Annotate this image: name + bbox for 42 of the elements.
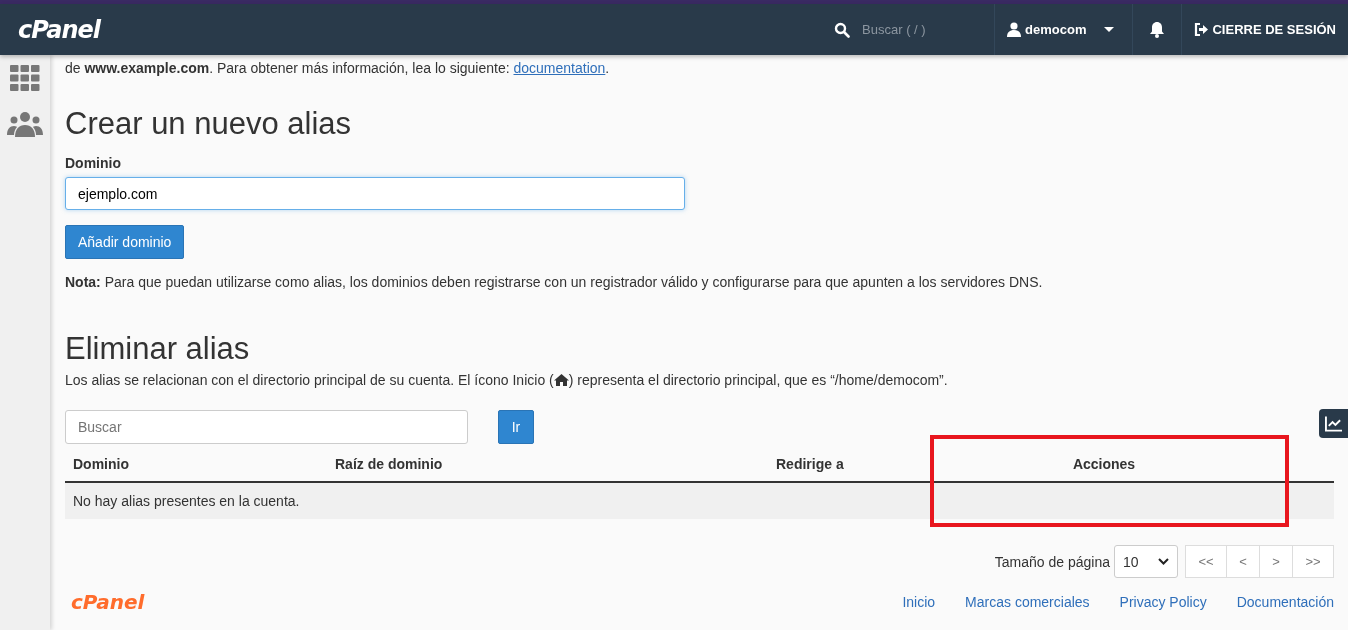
description-text: Los alias se relacionan con el directorio principal de su cuenta. El ícono Inicio (	[65, 372, 554, 388]
chevron-down-icon	[1158, 558, 1169, 565]
add-domain-button[interactable]: Añadir dominio	[65, 225, 185, 259]
section-title: Eliminar alias	[65, 330, 251, 368]
intro-text: de www.example.com. Para obtener más información, lea lo siguiente: documentation.	[65, 59, 611, 77]
search-field[interactable]: Buscar	[65, 410, 468, 444]
home-icon	[553, 374, 569, 386]
column-header: Redirige a	[775, 455, 845, 472]
page-button[interactable]: >>	[1292, 545, 1334, 578]
page-size-label: Tamaño de página	[994, 553, 1110, 570]
stats-button[interactable]	[1319, 409, 1348, 438]
user-icon	[1007, 22, 1022, 37]
footer-logo[interactable]: cPanel	[71, 590, 145, 614]
go-button[interactable]: Ir	[498, 410, 534, 444]
description-text: ) representa el directorio principal, que es “/home/democom”.	[568, 372, 948, 388]
logo[interactable]: cPanel	[18, 15, 101, 44]
column-header: Dominio	[72, 455, 130, 472]
field-label: Dominio	[65, 155, 122, 171]
grid-icon[interactable]	[10, 65, 40, 91]
page-button[interactable]: >	[1259, 545, 1293, 578]
note-text: Nota: Para que puedan utilizarse como alias, los dominios deben registrarse con un registrador válido y configurarse para que apunten a los servidores DNS.	[65, 274, 1044, 290]
logout-icon	[1194, 23, 1209, 36]
logout-button[interactable]: CIERRE DE SESIÓN	[1181, 4, 1348, 55]
users-icon[interactable]	[7, 111, 43, 137]
search-field[interactable]: Buscar ( / )	[860, 21, 955, 38]
bell-icon	[1149, 21, 1166, 38]
caret-icon	[1104, 26, 1115, 33]
empty-message: No hay alias presentes en la cuenta.	[73, 493, 300, 509]
domain-field[interactable]: ejemplo.com	[65, 177, 685, 210]
page-button[interactable]: <<	[1185, 545, 1227, 578]
page-size-select[interactable]: 10	[1114, 545, 1178, 578]
page-button[interactable]: <	[1226, 545, 1260, 578]
column-header: Raíz de dominio	[334, 455, 444, 472]
footer-link[interactable]: Inicio	[902, 594, 936, 610]
footer-link[interactable]: Documentación	[1236, 594, 1334, 610]
section-title: Crear un nuevo alias	[65, 105, 353, 143]
footer-link[interactable]: Marcas comerciales	[965, 594, 1090, 610]
footer-link[interactable]: Privacy Policy	[1119, 594, 1207, 610]
chart-icon	[1325, 415, 1342, 432]
user-menu[interactable]: democom	[994, 4, 1133, 55]
column-header: Acciones	[1071, 455, 1137, 472]
search-icon	[834, 21, 851, 38]
